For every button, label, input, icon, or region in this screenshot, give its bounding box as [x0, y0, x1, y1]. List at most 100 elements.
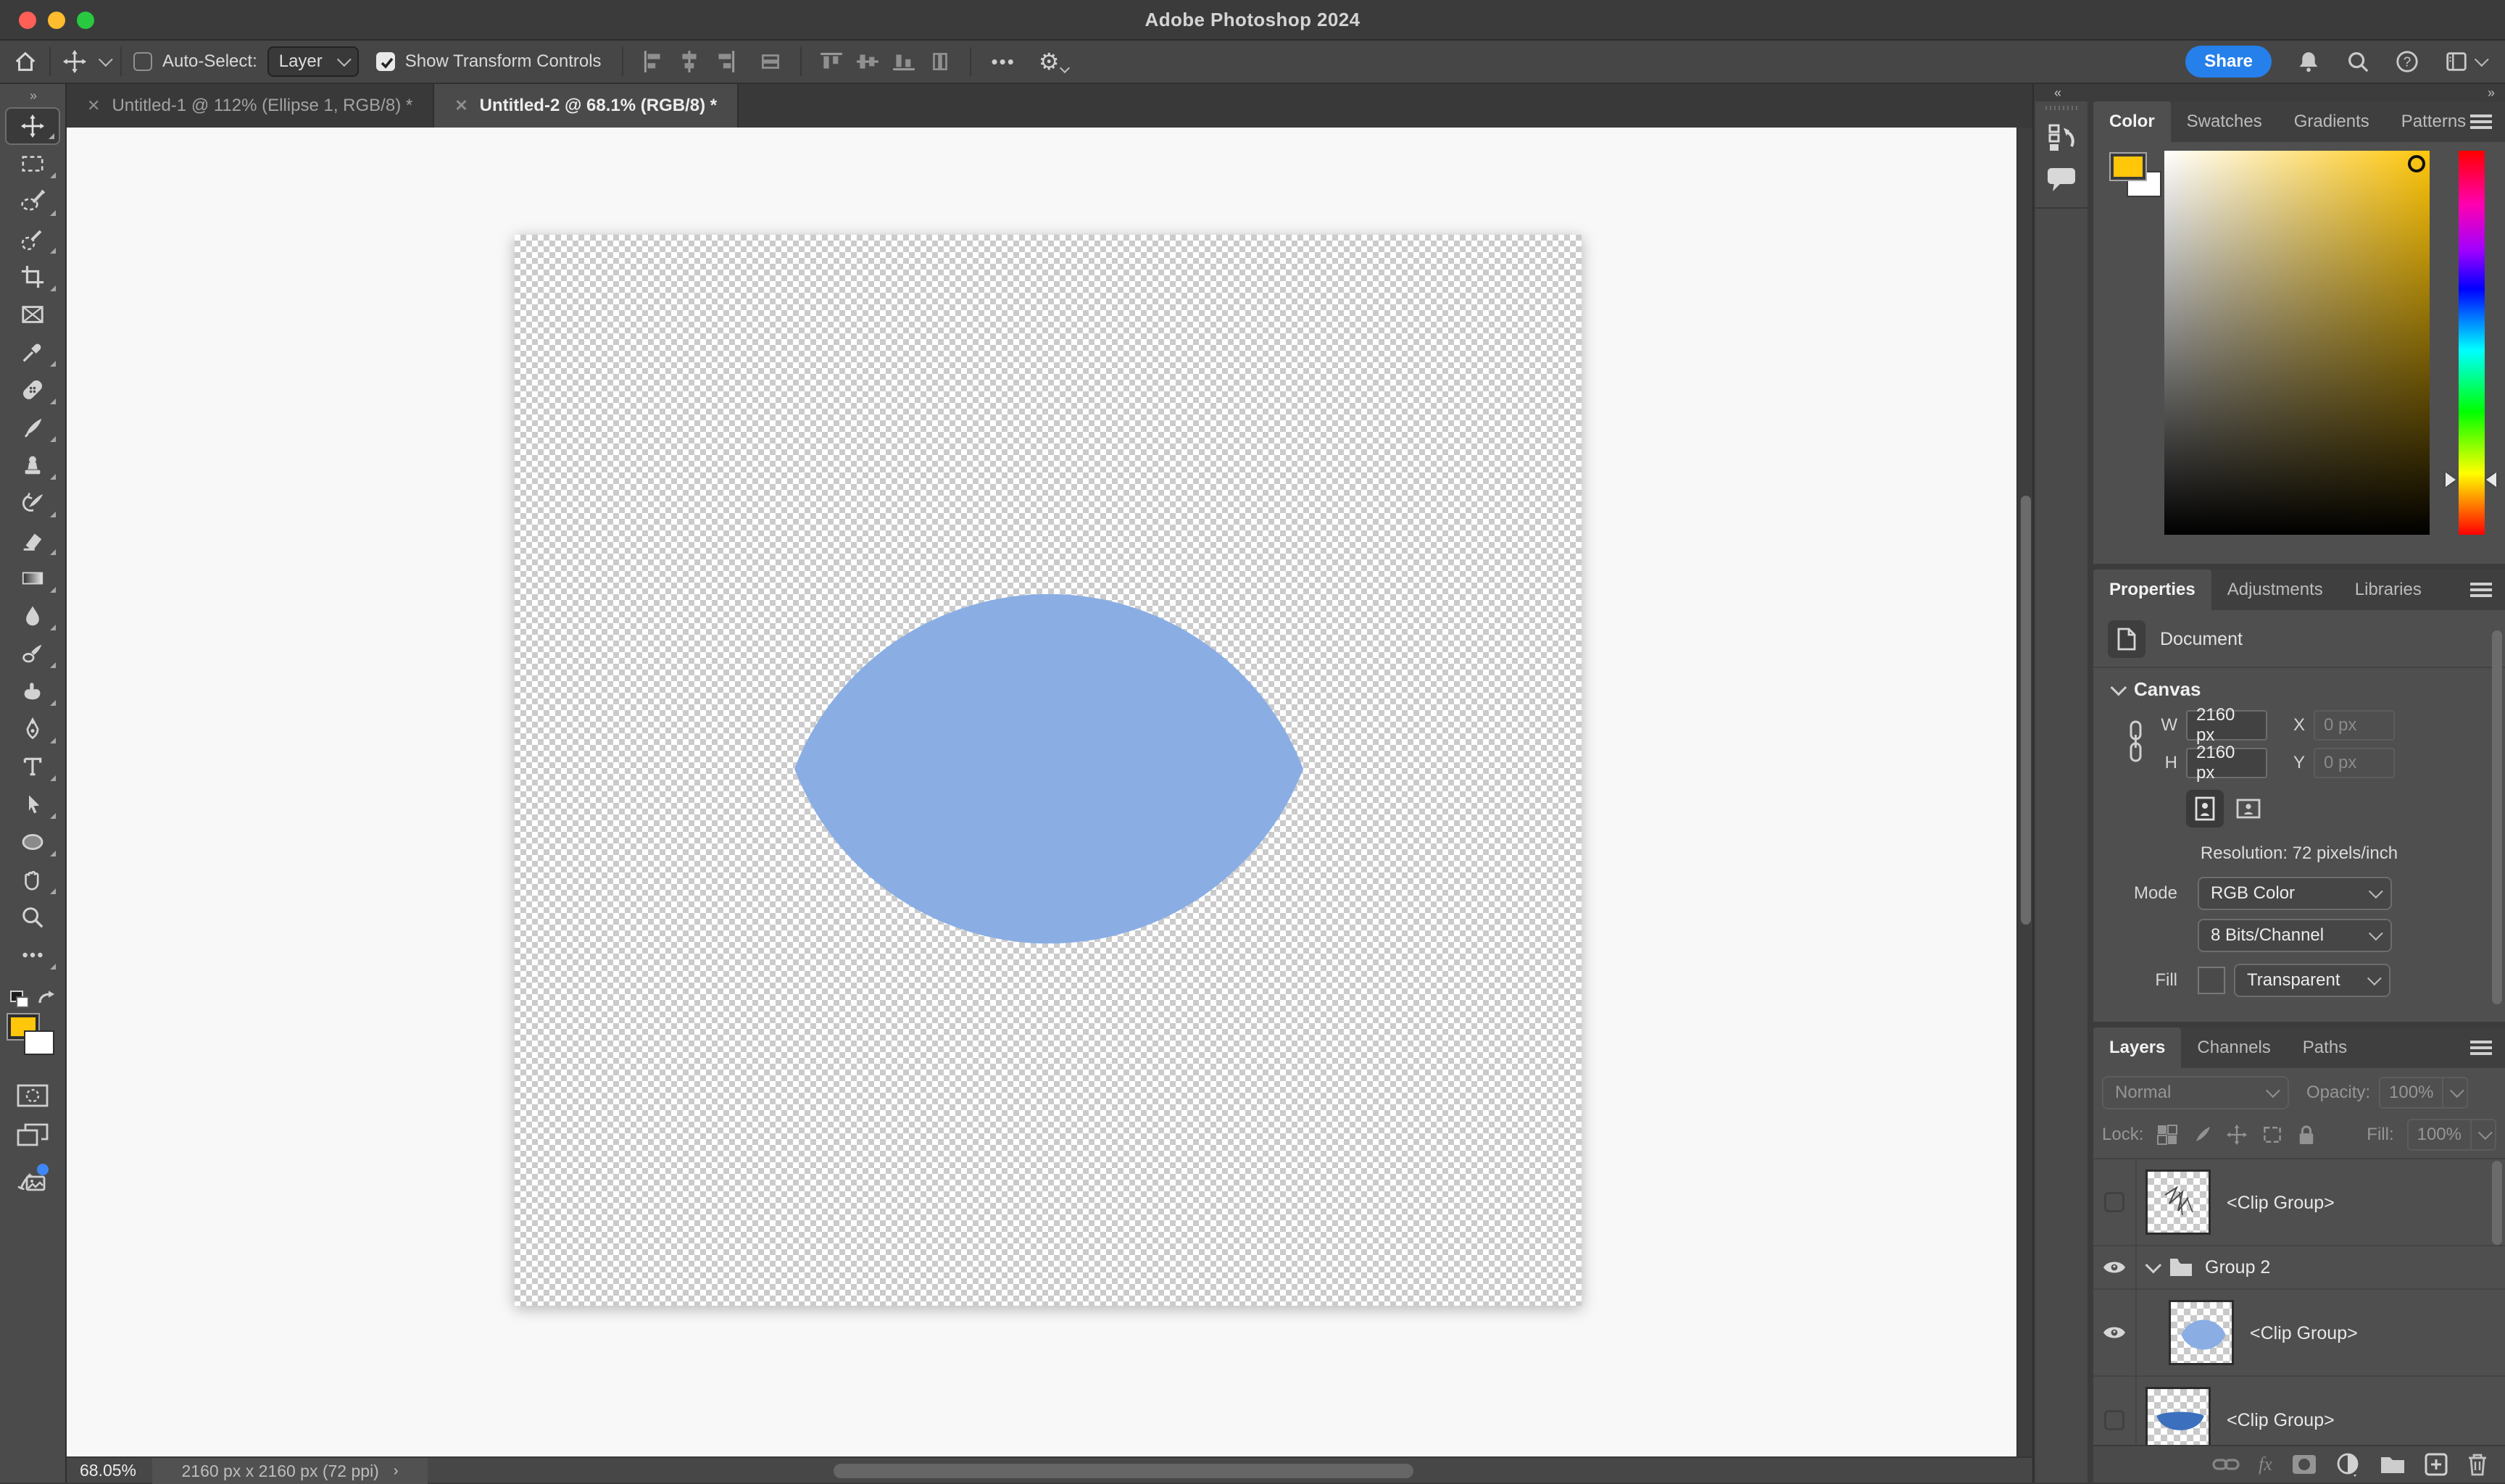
tab-color[interactable]: Color [2093, 101, 2171, 142]
opacity-field[interactable]: 100% [2379, 1077, 2468, 1109]
vertical-scrollbar-thumb[interactable] [2021, 496, 2031, 925]
ellipse-shape-tool[interactable] [5, 823, 60, 861]
clone-stamp-tool[interactable] [5, 446, 60, 484]
tab-channels[interactable]: Channels [2181, 1027, 2286, 1068]
edit-toolbar-button[interactable] [5, 936, 60, 974]
eraser-tool[interactable] [5, 522, 60, 559]
fill-dropdown[interactable]: Transparent [2234, 964, 2390, 997]
document-artboard-transparent[interactable] [515, 235, 1582, 1306]
horizontal-scrollbar-thumb[interactable] [834, 1464, 1413, 1478]
frame-tool[interactable] [5, 296, 60, 333]
pen-tool[interactable] [5, 710, 60, 748]
dock-grip[interactable] [2045, 106, 2077, 110]
align-center-vertical-icon[interactable] [855, 49, 880, 74]
layer-fill-field[interactable]: 100% [2407, 1119, 2496, 1151]
notifications-bell-icon[interactable] [2296, 49, 2321, 74]
history-panel-icon[interactable] [2045, 123, 2077, 152]
orientation-portrait-button[interactable] [2186, 790, 2224, 828]
spot-healing-brush-tool[interactable] [5, 371, 60, 409]
layer-effects-icon[interactable]: fx [2259, 1454, 2272, 1475]
canvas-section-header[interactable]: Canvas [2111, 678, 2201, 701]
hand-tool[interactable] [5, 861, 60, 899]
delete-layer-trash-icon[interactable] [2467, 1453, 2488, 1476]
new-layer-icon[interactable] [2425, 1453, 2448, 1476]
new-group-icon[interactable] [2380, 1454, 2406, 1475]
auto-select-target-dropdown[interactable]: Layer [267, 46, 359, 77]
fill-color-swatch[interactable] [2198, 967, 2225, 994]
tab-gradients[interactable]: Gradients [2278, 101, 2385, 142]
quick-mask-mode-button[interactable] [17, 1084, 49, 1107]
auto-select-checkbox[interactable] [133, 52, 152, 71]
default-colors-icon[interactable] [9, 990, 30, 1010]
panel-foreground-swatch[interactable] [2111, 154, 2145, 180]
close-tab-icon[interactable]: ✕ [87, 96, 100, 115]
color-picker-ring[interactable] [2408, 155, 2425, 172]
eyedropper-tool[interactable] [5, 333, 60, 371]
link-dimensions-icon[interactable] [2125, 716, 2145, 768]
show-transform-checkbox[interactable] [376, 52, 395, 71]
distribute-vertical-icon[interactable] [928, 49, 952, 74]
comments-panel-icon[interactable] [2045, 165, 2077, 193]
quick-selection-tool[interactable] [5, 220, 60, 258]
panel-menu-icon[interactable] [2470, 583, 2492, 597]
link-layers-icon[interactable] [2212, 1456, 2240, 1473]
layer-thumbnail[interactable] [2145, 1387, 2211, 1445]
smudge-tool[interactable] [5, 672, 60, 710]
crop-tool[interactable] [5, 258, 60, 296]
hue-slider-arrow-left[interactable] [2446, 472, 2456, 487]
type-tool[interactable] [5, 748, 60, 785]
close-tab-icon[interactable]: ✕ [454, 96, 468, 115]
hue-slider-arrow-right[interactable] [2486, 472, 2496, 487]
height-input[interactable]: 2160 px [2186, 748, 2267, 778]
canvas-vertical-scrollbar[interactable] [2016, 128, 2032, 1456]
mode-dropdown[interactable]: RGB Color [2198, 877, 2392, 910]
collapse-dock-chevrons[interactable]: « [2054, 86, 2060, 101]
swap-colors-icon[interactable] [37, 990, 57, 1009]
path-selection-tool[interactable] [5, 785, 60, 823]
distribute-horizontal-icon[interactable] [758, 49, 783, 74]
blur-tool[interactable] [5, 597, 60, 635]
bit-depth-dropdown[interactable]: 8 Bits/Channel [2198, 919, 2392, 952]
layer-row-clip-group-2[interactable]: <Clip Group> [2093, 1290, 2505, 1377]
lock-pixels-icon[interactable] [2191, 1124, 2213, 1146]
add-layer-mask-icon[interactable] [2291, 1454, 2317, 1475]
zoom-level[interactable]: 68.05% [80, 1461, 136, 1480]
visibility-toggle-off[interactable] [2104, 1192, 2124, 1212]
align-top-icon[interactable] [819, 49, 844, 74]
new-adjustment-layer-icon[interactable] [2336, 1452, 2361, 1477]
toolbar-expand-chevrons[interactable]: » [0, 88, 65, 104]
layers-scrollbar-thumb[interactable] [2492, 1161, 2502, 1245]
align-left-icon[interactable] [641, 49, 665, 74]
orientation-landscape-button[interactable] [2230, 790, 2267, 828]
width-input[interactable]: 2160 px [2186, 710, 2267, 741]
tab-swatches[interactable]: Swatches [2171, 101, 2278, 142]
more-options-button[interactable]: ••• [992, 51, 1015, 73]
move-tool-preset[interactable] [62, 49, 109, 74]
help-icon[interactable]: ? [2395, 49, 2419, 74]
document-tab-untitled-2[interactable]: ✕ Untitled-2 @ 68.1% (RGB/8) * [434, 84, 739, 128]
document-icon-button[interactable] [2108, 620, 2145, 658]
tab-properties[interactable]: Properties [2093, 570, 2211, 610]
group-expand-chevron[interactable] [2145, 1257, 2162, 1274]
panel-menu-icon[interactable] [2470, 1041, 2492, 1055]
properties-scrollbar[interactable] [2492, 630, 2502, 1004]
zoom-tool[interactable] [5, 899, 60, 936]
lock-position-icon[interactable] [2226, 1124, 2248, 1146]
tab-libraries[interactable]: Libraries [2339, 570, 2438, 610]
home-button[interactable] [0, 49, 38, 74]
visibility-eye-icon[interactable] [2102, 1324, 2127, 1341]
y-input[interactable]: 0 px [2314, 748, 2395, 778]
document-tab-untitled-1[interactable]: ✕ Untitled-1 @ 112% (Ellipse 1, RGB/8) * [67, 84, 434, 128]
canvas-pasteboard[interactable] [67, 128, 2016, 1456]
tab-patterns[interactable]: Patterns [2385, 101, 2482, 142]
align-center-horizontal-icon[interactable] [677, 49, 702, 74]
layer-thumbnail[interactable] [2169, 1300, 2234, 1365]
background-color-swatch[interactable] [24, 1030, 54, 1055]
brush-tool[interactable] [5, 409, 60, 446]
tab-adjustments[interactable]: Adjustments [2211, 570, 2339, 610]
align-right-icon[interactable] [713, 49, 738, 74]
layer-thumbnail[interactable] [2145, 1170, 2211, 1235]
move-tool[interactable] [5, 107, 60, 145]
gradient-tool[interactable] [5, 559, 60, 597]
blend-mode-dropdown[interactable]: Normal [2102, 1076, 2289, 1109]
